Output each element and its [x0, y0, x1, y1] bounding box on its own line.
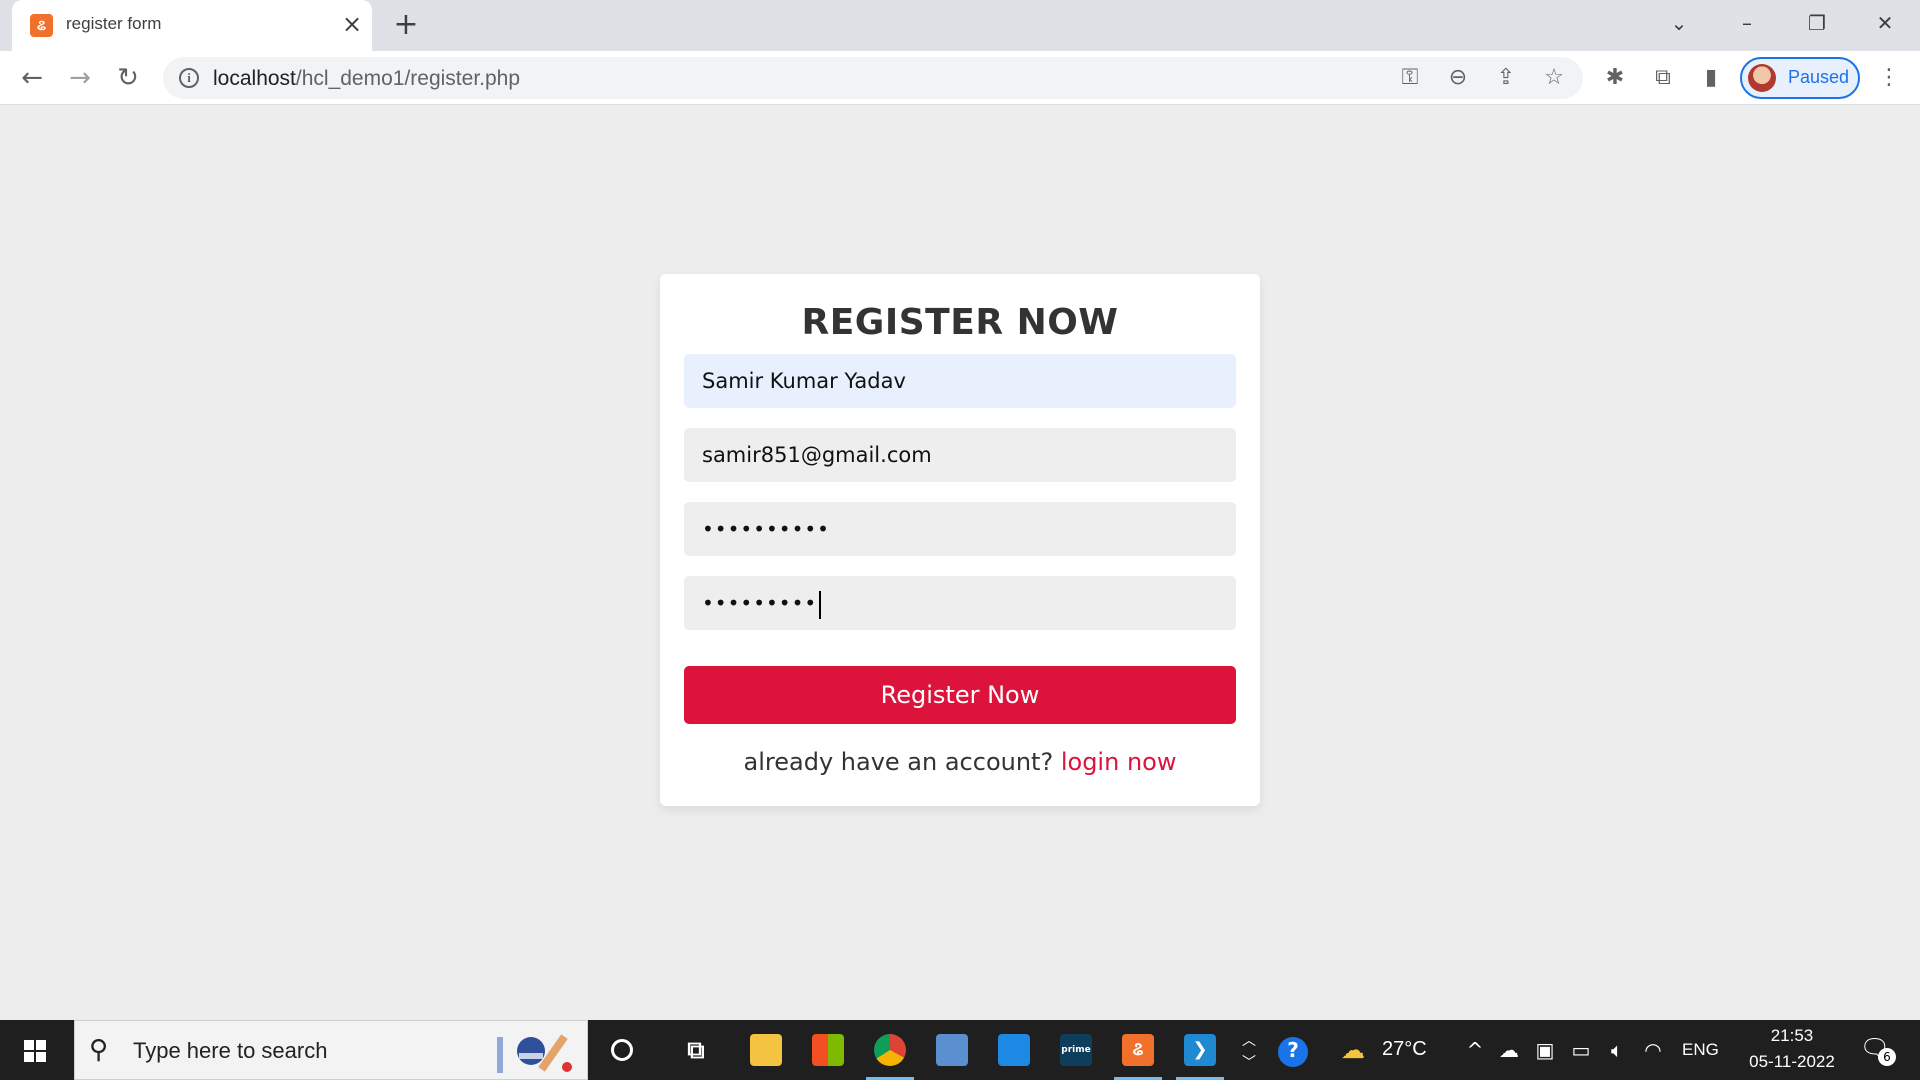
email-field[interactable]: samir851@gmail.com [684, 428, 1236, 482]
file-explorer-icon[interactable] [738, 1026, 794, 1074]
confirm-password-value: ••••••••• [702, 591, 818, 615]
close-icon[interactable]: × [338, 10, 366, 38]
windows-icon [24, 1040, 46, 1062]
language-indicator[interactable]: ENG [1682, 1040, 1719, 1060]
help-icon[interactable]: ? [1278, 1037, 1308, 1067]
chrome-icon[interactable] [862, 1026, 918, 1080]
minimize-icon[interactable]: – [1724, 8, 1770, 38]
weather-icon[interactable]: ☁ [1336, 1037, 1370, 1063]
zoom-out-icon[interactable]: ⊖ [1443, 63, 1473, 93]
avatar [1748, 64, 1776, 92]
taskbar-search[interactable]: ⚲ Type here to search [74, 1020, 588, 1080]
login-prompt-text: already have an account? [743, 748, 1054, 776]
task-view-icon[interactable]: ⧉ [668, 1026, 724, 1074]
profile-status: Paused [1788, 67, 1850, 87]
menu-icon[interactable]: ⋮ [1874, 63, 1904, 93]
name-field[interactable]: Samir Kumar Yadav [684, 354, 1236, 408]
bug-icon[interactable]: ✱ [1600, 63, 1630, 93]
page-title: REGISTER NOW [801, 302, 1119, 343]
cricket-highlight-icon [497, 1034, 572, 1073]
url-text[interactable]: localhost/hcl_demo1/register.php [213, 67, 520, 91]
browser-tab[interactable]: ଌ register form × [12, 0, 372, 51]
url-path: /hcl_demo1/register.php [295, 67, 521, 90]
notification-badge: 6 [1878, 1048, 1896, 1066]
info-icon[interactable]: i [179, 68, 199, 88]
clock-time[interactable]: 21:53 [1754, 1026, 1830, 1046]
prime-video-icon[interactable]: prime [1048, 1026, 1104, 1074]
volume-icon[interactable]: 🔈︎ [1604, 1037, 1630, 1063]
chevron-down-icon[interactable]: ⌄ [1656, 8, 1702, 38]
star-icon[interactable]: ☆ [1539, 63, 1569, 93]
window-close-icon[interactable]: ✕ [1862, 8, 1908, 38]
browser-titlebar: ଌ register form × + ⌄ – ❐ ✕ [0, 0, 1920, 51]
key-icon[interactable]: ⚿ [1395, 63, 1425, 93]
profile-button[interactable]: Paused [1740, 57, 1860, 99]
overflow-down-icon[interactable]: ﹀ [1236, 1050, 1262, 1076]
browser-toolbar: ← → ↻ i localhost/hcl_demo1/register.php… [0, 51, 1920, 105]
login-link[interactable]: login now [1061, 748, 1177, 776]
laptop-app-icon[interactable] [924, 1026, 980, 1074]
clock-date[interactable]: 05-11-2022 [1732, 1052, 1852, 1072]
puzzle-icon[interactable]: ⧉ [1648, 63, 1678, 93]
address-bar[interactable]: i localhost/hcl_demo1/register.php ⚿ ⊖ ⇪… [163, 57, 1583, 99]
restore-icon[interactable]: ❐ [1794, 8, 1840, 38]
share-icon[interactable]: ⇪ [1491, 63, 1521, 93]
search-icon: ⚲ [89, 1035, 109, 1065]
reload-icon[interactable]: ↻ [110, 60, 146, 96]
window-app-icon[interactable] [986, 1026, 1042, 1074]
url-host: localhost [213, 67, 296, 90]
confirm-password-field[interactable]: ••••••••• [684, 576, 1236, 630]
xampp-icon: ଌ [30, 14, 53, 37]
battery-icon[interactable]: ▭ [1568, 1037, 1594, 1063]
side-panel-icon[interactable]: ▮ [1696, 63, 1726, 93]
plus-icon[interactable]: + [390, 10, 422, 42]
search-placeholder: Type here to search [133, 1038, 328, 1063]
page-body: REGISTER NOW Samir Kumar Yadav samir851@… [0, 106, 1920, 1020]
store-icon[interactable] [800, 1026, 856, 1074]
forward-icon[interactable]: → [62, 60, 98, 96]
meet-icon[interactable]: ▣ [1532, 1037, 1558, 1063]
text-caret [819, 590, 822, 619]
login-prompt: already have an account? login now [660, 748, 1260, 776]
vscode-icon[interactable]: ❯ [1172, 1026, 1228, 1080]
back-icon[interactable]: ← [14, 60, 50, 96]
register-form: REGISTER NOW Samir Kumar Yadav samir851@… [660, 274, 1260, 806]
cortana-icon[interactable] [594, 1026, 650, 1074]
chevron-up-icon[interactable]: ^ [1462, 1037, 1488, 1063]
onedrive-icon[interactable]: ☁ [1496, 1037, 1522, 1063]
tab-title: register form [66, 14, 162, 33]
password-field[interactable]: •••••••••• [684, 502, 1236, 556]
temperature[interactable]: 27°C [1382, 1038, 1427, 1061]
start-button[interactable] [0, 1020, 70, 1080]
notification-icon[interactable]: 🗨︎ 6 [1858, 1034, 1896, 1068]
wifi-icon[interactable]: ◠ [1640, 1037, 1666, 1063]
xampp-taskbar-icon[interactable]: ଌ [1110, 1026, 1166, 1080]
taskbar: ⚲ Type here to search ⧉ prime ଌ ❯ ︿ ﹀ ? … [0, 1020, 1920, 1080]
register-button[interactable]: Register Now [684, 666, 1236, 724]
